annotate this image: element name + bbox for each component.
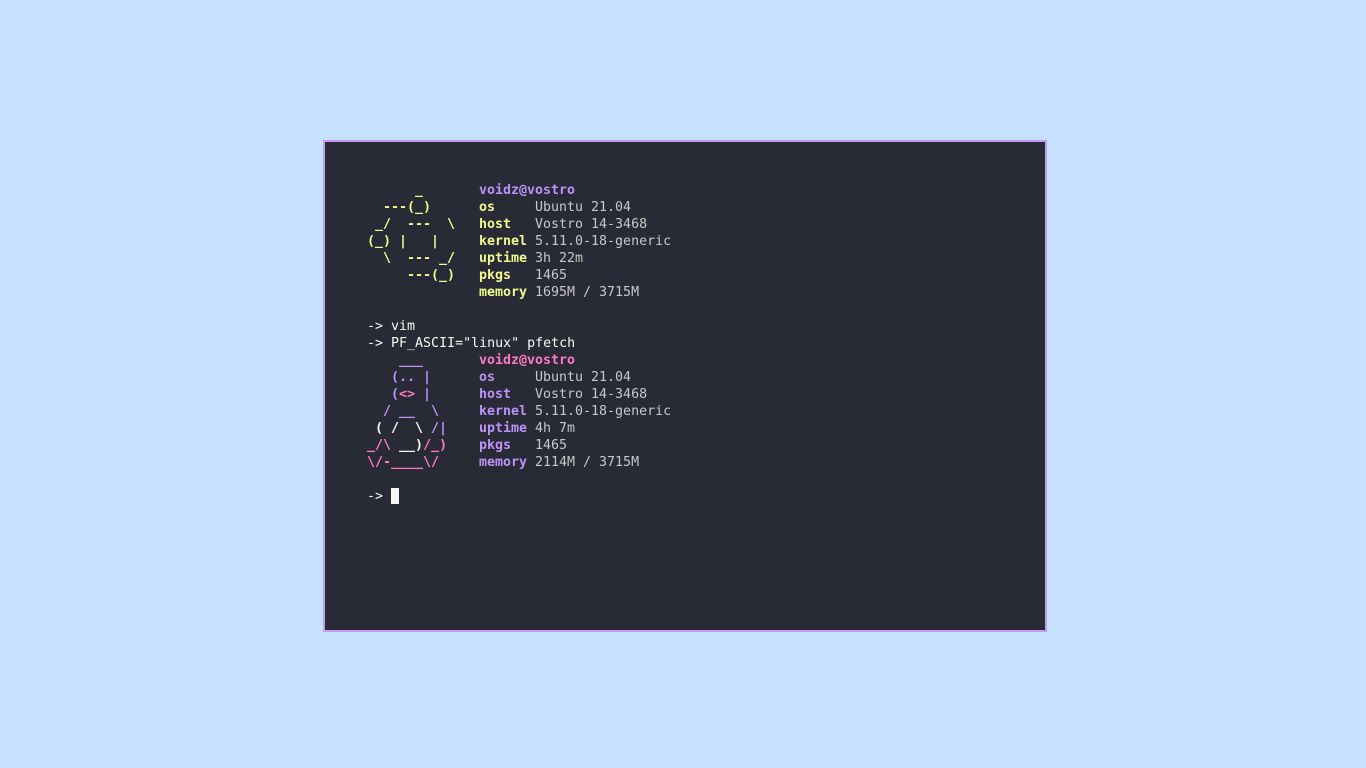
fetch1-val-os: Ubuntu 21.04	[535, 200, 632, 215]
fetch2-key-uptime: uptime	[479, 421, 528, 436]
fetch1-ascii-1: ---(_)	[367, 200, 432, 215]
fetch1-line-0: _ voidz@vostro	[367, 182, 671, 199]
fetch2-val-host: Vostro 14-3468	[535, 387, 648, 402]
fetch1-ascii-3: (_) | |	[367, 234, 440, 249]
fetch1-key-pkgs: pkgs	[479, 268, 512, 283]
fetch2-line-5: _/\ __)/_) pkgs 1465	[367, 437, 671, 454]
fetch1-key-memory: memory	[479, 285, 528, 300]
fetch1-ascii-6	[367, 284, 479, 301]
fetch2-ascii-4: ( / \ /|	[367, 421, 448, 436]
fetch1-line-3: (_) | | kernel 5.11.0-18-generic	[367, 233, 671, 250]
fetch2-line-3: / __ \ kernel 5.11.0-18-generic	[367, 403, 671, 420]
fetch2-key-pkgs: pkgs	[479, 438, 512, 453]
fetch1-val-memory: 1695M / 3715M	[535, 285, 640, 300]
fetch1-ascii-4: \ --- _/	[367, 251, 456, 266]
command-text: vim	[391, 319, 416, 334]
fetch1-key-kernel: kernel	[479, 234, 528, 249]
fetch2-line-2: (<> | host Vostro 14-3468	[367, 386, 671, 403]
text-cursor[interactable]	[391, 488, 400, 504]
fetch2-val-uptime: 4h 7m	[535, 421, 576, 436]
fetch2-ascii-3: / __ \	[367, 404, 440, 419]
fetch1-line-1: ---(_) os Ubuntu 21.04	[367, 199, 671, 216]
fetch1-line-4: \ --- _/ uptime 3h 22m	[367, 250, 671, 267]
fetch1-ascii-5: ---(_)	[367, 268, 456, 283]
fetch2-key-os: os	[479, 370, 496, 385]
fetch1-line-2: _/ --- \ host Vostro 14-3468	[367, 216, 671, 233]
terminal-window[interactable]: _ voidz@vostro ---(_) os Ubuntu 21.04 _/…	[323, 140, 1047, 632]
fetch1-val-kernel: 5.11.0-18-generic	[535, 234, 672, 249]
fetch2-val-kernel: 5.11.0-18-generic	[535, 404, 672, 419]
fetch2-val-os: Ubuntu 21.04	[535, 370, 632, 385]
fetch2-key-memory: memory	[479, 455, 528, 470]
command-line: -> PF_ASCII="linux" pfetch	[367, 335, 671, 352]
fetch2-line-0: ___ voidz@vostro	[367, 352, 671, 369]
fetch2-line-1: (.. | os Ubuntu 21.04	[367, 369, 671, 386]
active-prompt-line[interactable]: ->	[367, 488, 671, 505]
fetch2-key-host: host	[479, 387, 512, 402]
fetch1-title: voidz@vostro	[479, 183, 576, 198]
command-line: -> vim	[367, 318, 671, 335]
fetch2-key-kernel: kernel	[479, 404, 528, 419]
fetch2-title: voidz@vostro	[479, 353, 576, 368]
fetch2-ascii-6: \/-____\/	[367, 455, 440, 470]
fetch2-line-6: \/-____\/ memory 2114M / 3715M	[367, 454, 671, 471]
fetch1-line-6: memory 1695M / 3715M	[367, 284, 671, 301]
fetch2-line-4: ( / \ /| uptime 4h 7m	[367, 420, 671, 437]
prompt-arrow: ->	[367, 336, 384, 351]
prompt-arrow: ->	[367, 489, 384, 504]
fetch1-ascii-0: _	[367, 183, 432, 198]
fetch1-key-host: host	[479, 217, 512, 232]
fetch1-key-os: os	[479, 200, 496, 215]
fetch1-val-host: Vostro 14-3468	[535, 217, 648, 232]
fetch2-ascii-2: (<> |	[367, 387, 432, 402]
fetch1-line-5: ---(_) pkgs 1465	[367, 267, 671, 284]
fetch1-ascii-2: _/ --- \	[367, 217, 456, 232]
command-text: PF_ASCII="linux" pfetch	[391, 336, 576, 351]
fetch1-val-pkgs: 1465	[535, 268, 568, 283]
prompt-arrow: ->	[367, 319, 384, 334]
fetch1-val-uptime: 3h 22m	[535, 251, 584, 266]
terminal-content[interactable]: _ voidz@vostro ---(_) os Ubuntu 21.04 _/…	[367, 182, 671, 505]
fetch2-ascii-5: _/\ __)/_)	[367, 438, 448, 453]
fetch2-ascii-1: (.. |	[367, 370, 432, 385]
fetch1-key-uptime: uptime	[479, 251, 528, 266]
fetch2-ascii-0: ___	[367, 353, 424, 368]
fetch2-val-pkgs: 1465	[535, 438, 568, 453]
fetch2-val-memory: 2114M / 3715M	[535, 455, 640, 470]
